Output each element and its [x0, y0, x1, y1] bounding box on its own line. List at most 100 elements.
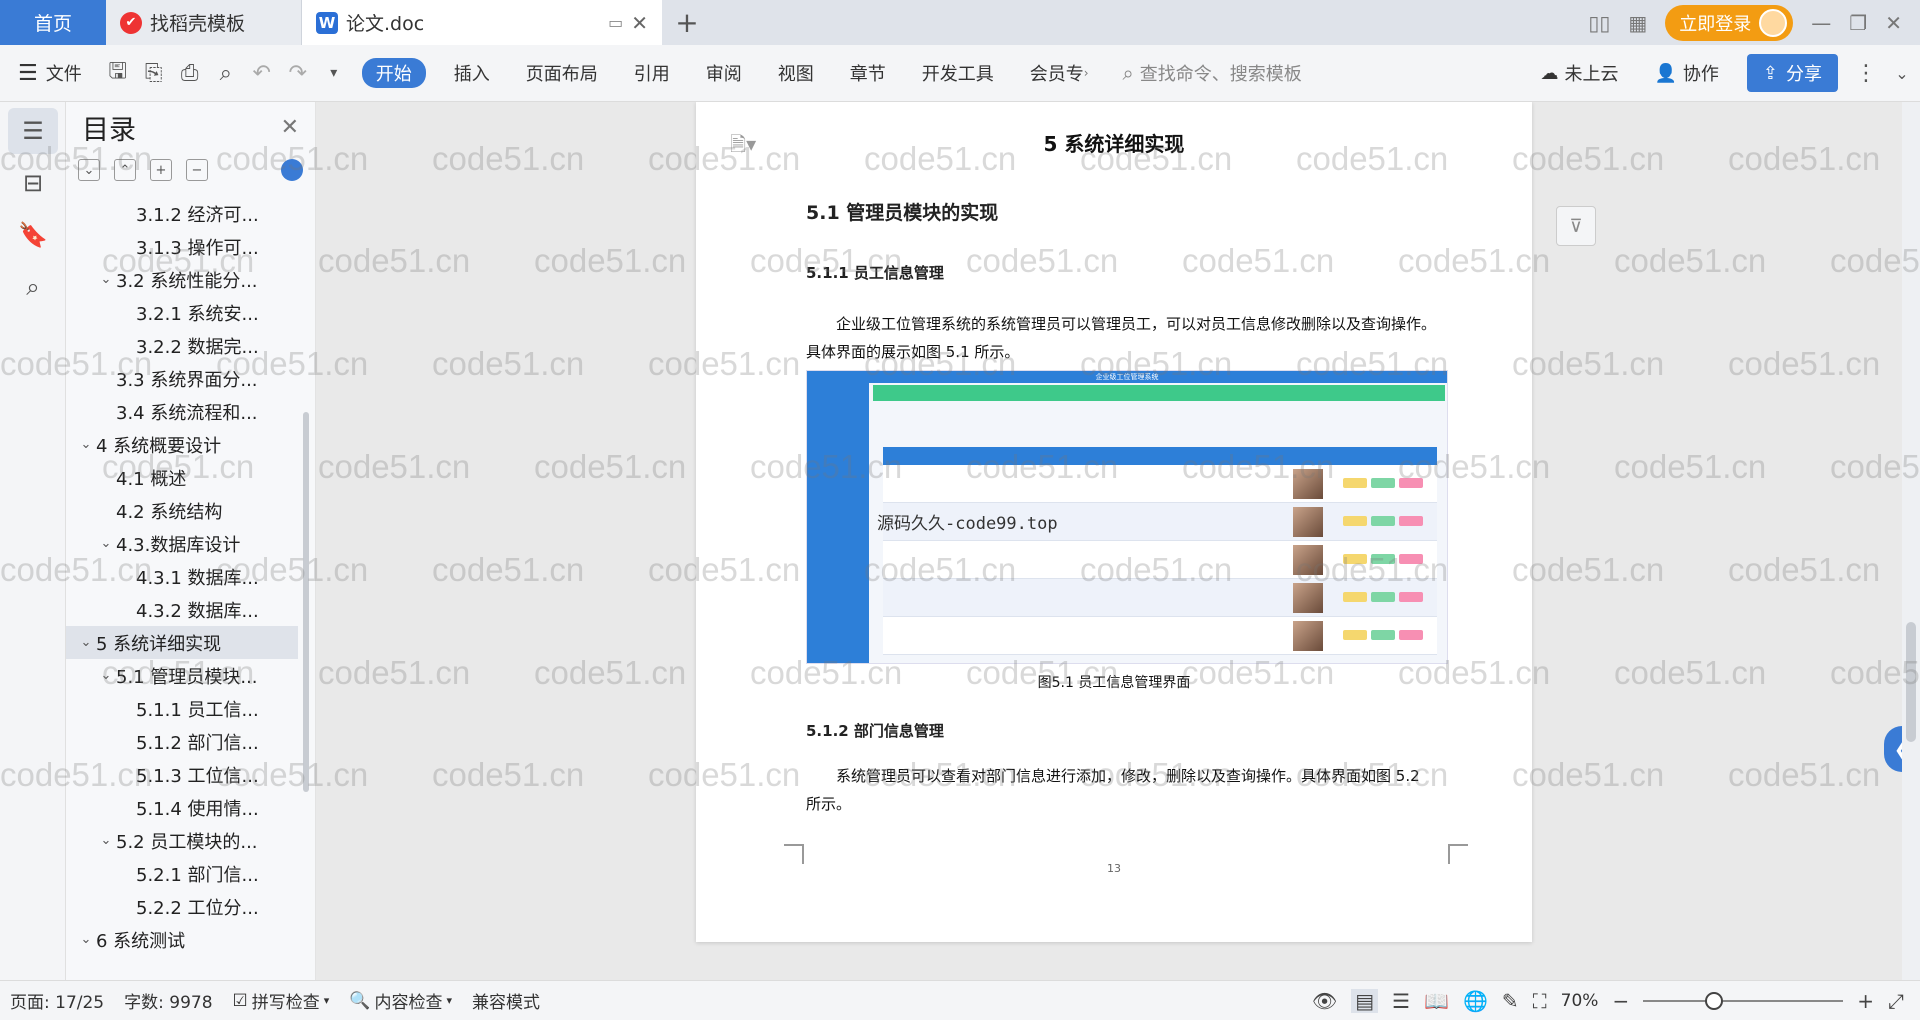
tab-view[interactable]: 视图 — [760, 45, 832, 102]
tab-review[interactable]: 审阅 — [688, 45, 760, 102]
reading-mode-icon[interactable]: ▯▯ — [1588, 11, 1610, 35]
chevron-down-icon[interactable]: ⌄ — [76, 635, 96, 650]
save-icon[interactable]: 🖫 — [100, 45, 136, 102]
file-menu[interactable]: ☰ 文件 — [0, 45, 100, 102]
zoom-in-icon[interactable]: + — [1857, 989, 1874, 1013]
page-indicator[interactable]: 页面: 17/25 — [0, 988, 114, 1013]
toc-item[interactable]: 3.1.2 经济可... — [66, 197, 298, 230]
toc-item[interactable]: ⌄ 3.2 系统性能分... — [66, 263, 298, 296]
toc-item[interactable]: 3.2.1 系统安... — [66, 296, 298, 329]
toc-item[interactable]: 5.1.1 员工信... — [66, 692, 298, 725]
figure-row — [883, 579, 1437, 617]
tab-float-icon[interactable]: ▭ — [608, 13, 623, 32]
toc-item[interactable]: 4.1 概述 — [66, 461, 298, 494]
collapse-all-icon[interactable]: ⌄ — [78, 159, 100, 181]
expand-up-icon[interactable]: ⌃ — [114, 159, 136, 181]
navigation-icon[interactable]: ⊟ — [8, 160, 58, 206]
chevron-down-icon[interactable]: ⌄ — [96, 272, 116, 287]
command-search-input[interactable]: ⌕ 查找命令、搜索模板 — [1107, 60, 1318, 86]
find-icon[interactable]: ⌕ — [8, 264, 58, 310]
toc-item[interactable]: 4.3.2 数据库... — [66, 593, 298, 626]
chevron-down-icon[interactable]: ▾ — [316, 45, 352, 102]
pen-icon[interactable]: ✎ — [1502, 989, 1519, 1013]
grid-apps-icon[interactable]: ▦ — [1628, 11, 1647, 35]
toc-item[interactable]: 5.2.2 工位分... — [66, 890, 298, 923]
page-view-icon[interactable]: ▤ — [1351, 988, 1379, 1013]
redo-icon[interactable]: ↷ — [280, 45, 316, 102]
toc-item[interactable]: ⌄ 4.3.数据库设计 — [66, 527, 298, 560]
toc-item[interactable]: 3.1.3 操作可... — [66, 230, 298, 263]
close-icon[interactable]: ✕ — [281, 115, 299, 140]
tab-member[interactable]: 会员专 › — [1012, 45, 1107, 102]
document-page[interactable]: 🗎▾ 5 系统详细实现 5.1 管理员模块的实现 5.1.1 员工信息管理 企业… — [696, 102, 1532, 942]
toc-item[interactable]: 3.2.2 数据完... — [66, 329, 298, 362]
word-count[interactable]: 字数: 9978 — [114, 988, 222, 1013]
toc-scrollbar[interactable] — [303, 412, 309, 792]
collab-button[interactable]: 👤 协作 — [1636, 45, 1736, 102]
toc-item[interactable]: ⌄ 6 系统测试 — [66, 923, 298, 956]
chevron-down-icon[interactable]: ⌄ — [96, 668, 116, 683]
new-tab-button[interactable]: + — [662, 0, 712, 45]
add-heading-icon[interactable]: + — [150, 159, 172, 181]
zoom-level[interactable]: 70% — [1561, 991, 1599, 1011]
tab-close-icon[interactable]: ✕ — [631, 11, 648, 35]
toc-item[interactable]: 3.3 系统界面分... — [66, 362, 298, 395]
eye-protect-icon[interactable]: 👁 — [1312, 989, 1337, 1013]
filter-float-button[interactable]: ⊽ — [1556, 206, 1596, 246]
zoom-slider[interactable] — [1643, 991, 1844, 1010]
expand-side-panel-button[interactable]: ❮ — [1884, 726, 1902, 772]
web-view-icon[interactable]: 🌐 — [1463, 989, 1488, 1013]
toc-panel-icon[interactable]: ☰ — [8, 108, 58, 154]
more-icon[interactable]: ⋮ — [1848, 45, 1884, 102]
bookmark-icon[interactable]: 🔖 — [8, 212, 58, 258]
collapse-ribbon-icon[interactable]: ⌄ — [1884, 45, 1920, 102]
zoom-slider-knob[interactable] — [1705, 991, 1724, 1010]
scrollbar-thumb[interactable] — [1906, 622, 1916, 742]
content-check-button[interactable]: 🔍 内容检查 ▾ — [339, 988, 462, 1014]
toc-item[interactable]: 5.1.4 使用情... — [66, 791, 298, 824]
smart-toc-icon[interactable] — [281, 159, 303, 181]
toc-item[interactable]: ⌄ 5.2 员工模块的... — [66, 824, 298, 857]
undo-icon[interactable]: ↶ — [244, 45, 280, 102]
chevron-down-icon[interactable]: ⌄ — [96, 536, 116, 551]
tab-devtools[interactable]: 开发工具 — [904, 45, 1012, 102]
toc-item[interactable]: 5.1.2 部门信... — [66, 725, 298, 758]
zoom-out-icon[interactable]: − — [1612, 989, 1629, 1013]
minimize-icon[interactable]: — — [1811, 11, 1831, 35]
toc-item[interactable]: 4.3.1 数据库... — [66, 560, 298, 593]
tab-daoke[interactable]: ✔ 找稻壳模板 — [106, 0, 302, 45]
read-view-icon[interactable]: 📖 — [1424, 989, 1449, 1013]
chevron-down-icon[interactable]: ⌄ — [76, 932, 96, 947]
tab-layout[interactable]: 页面布局 — [508, 45, 616, 102]
vertical-scrollbar[interactable] — [1902, 102, 1920, 980]
tab-home[interactable]: 首页 — [0, 0, 106, 45]
spell-check-button[interactable]: ☑ 拼写检查 ▾ — [223, 988, 340, 1014]
toc-item[interactable]: 5.2.1 部门信... — [66, 857, 298, 890]
toc-item[interactable]: ⌄ 4 系统概要设计 — [66, 428, 298, 461]
window-close-icon[interactable]: ✕ — [1885, 11, 1902, 35]
toc-item[interactable]: ⌄ 5.1 管理员模块... — [66, 659, 298, 692]
tab-reference[interactable]: 引用 — [616, 45, 688, 102]
fit-page-icon[interactable]: ⛶ — [1533, 989, 1547, 1013]
chevron-down-icon[interactable]: ⌄ — [96, 833, 116, 848]
toc-item[interactable]: 5.1.3 工位信... — [66, 758, 298, 791]
cloud-status-button[interactable]: ☁ 未上云 — [1522, 45, 1636, 102]
print-icon[interactable]: ⎙ — [172, 45, 208, 102]
tab-document[interactable]: W 论文.doc ▭ ✕ — [302, 0, 662, 45]
tab-insert[interactable]: 插入 — [436, 45, 508, 102]
figure-table-header — [883, 447, 1437, 465]
toc-item[interactable]: 3.4 系统流程和... — [66, 395, 298, 428]
remove-heading-icon[interactable]: − — [186, 159, 208, 181]
toc-item[interactable]: 4.2 系统结构 — [66, 494, 298, 527]
export-icon[interactable]: ⎘ — [136, 45, 172, 102]
tab-chapter[interactable]: 章节 — [832, 45, 904, 102]
fullscreen-icon[interactable]: ⤢ — [1888, 989, 1904, 1013]
restore-icon[interactable]: ❐ — [1849, 11, 1867, 35]
share-button[interactable]: ⇪ 分享 — [1746, 54, 1838, 92]
chevron-down-icon[interactable]: ⌄ — [76, 437, 96, 452]
outline-view-icon[interactable]: ☰ — [1392, 989, 1410, 1013]
print-preview-icon[interactable]: ⌕ — [208, 45, 244, 102]
login-button[interactable]: 立即登录 — [1665, 4, 1794, 41]
tab-start[interactable]: 开始 — [361, 58, 426, 88]
toc-item[interactable]: ⌄ 5 系统详细实现 — [66, 626, 298, 659]
